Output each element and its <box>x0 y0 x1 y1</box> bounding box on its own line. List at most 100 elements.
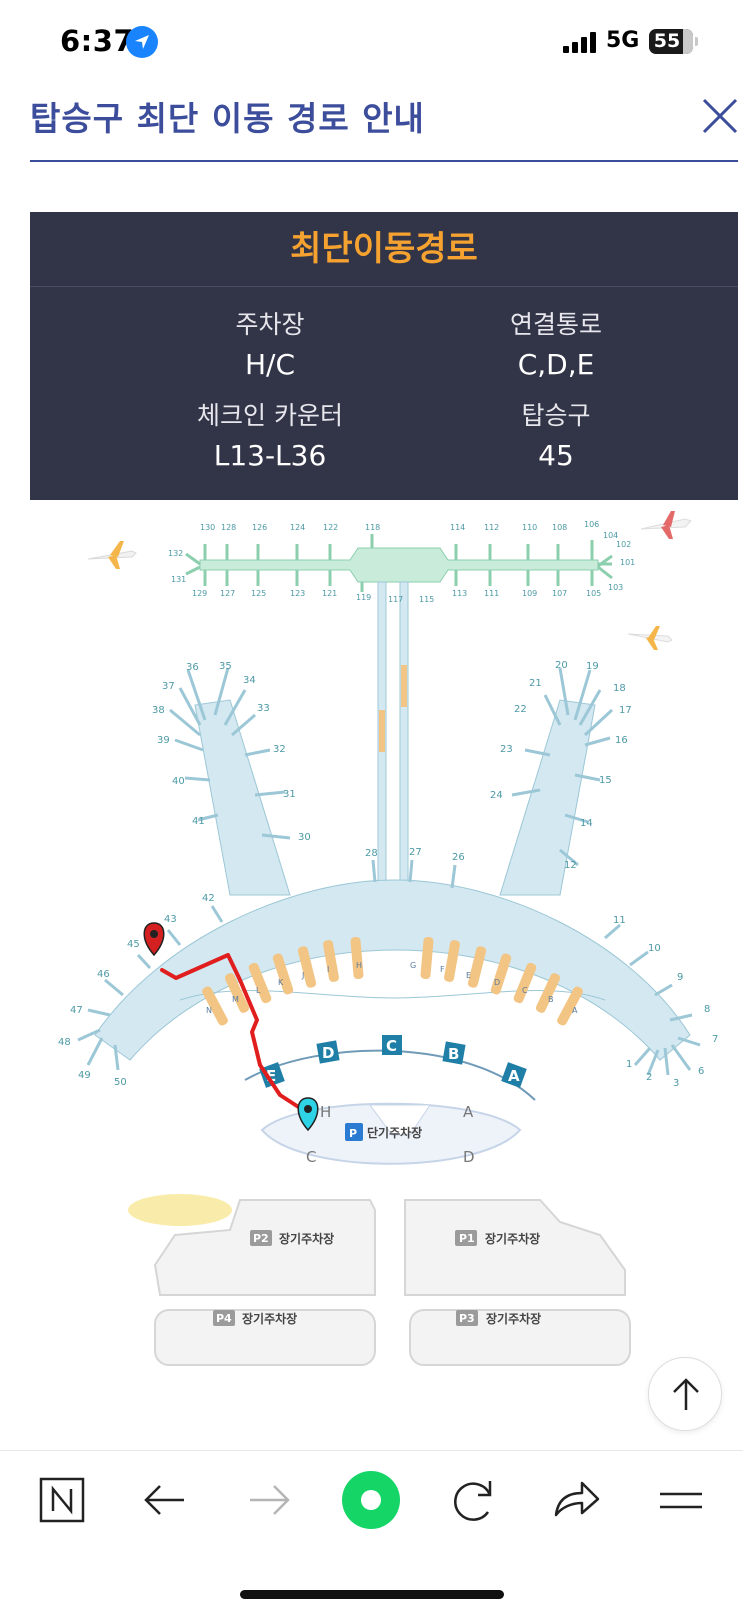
svg-text:125: 125 <box>251 589 266 598</box>
svg-text:107: 107 <box>552 589 567 598</box>
forward-button[interactable] <box>230 1451 310 1551</box>
status-time: 6:37 <box>60 24 135 58</box>
long-term-parking[interactable]: P2 장기주차장 P1 장기주차장 P4 장기주차장 P3 장기주차장 <box>153 1199 631 1366</box>
svg-text:34: 34 <box>243 675 256 686</box>
battery-icon: 55 <box>649 29 698 54</box>
p4-label: 장기주차장 <box>242 1311 297 1326</box>
connector-d: D <box>322 1044 334 1062</box>
svg-text:M: M <box>232 995 239 1004</box>
naver-home-button[interactable] <box>22 1451 102 1551</box>
highlight-mark <box>128 1194 232 1226</box>
svg-text:132: 132 <box>168 549 183 558</box>
svg-text:C: C <box>522 986 528 995</box>
connector-label: 연결통로 <box>509 310 602 339</box>
route-info-panel: 최단이동경로 주차장 연결통로 H/C C,D,E 체크인 카운터 탑승구 L1… <box>30 212 738 500</box>
svg-text:K: K <box>278 978 284 987</box>
close-button[interactable] <box>700 96 740 136</box>
checkin-value: L13-L36 <box>213 439 327 472</box>
svg-text:31: 31 <box>283 789 296 800</box>
svg-text:124: 124 <box>290 523 305 532</box>
svg-text:111: 111 <box>484 589 499 598</box>
back-arrow-icon <box>144 1485 184 1515</box>
svg-text:45: 45 <box>127 939 140 950</box>
scroll-top-button[interactable] <box>648 1357 722 1431</box>
green-dot-icon <box>342 1471 400 1529</box>
svg-text:20: 20 <box>555 660 568 671</box>
svg-text:46: 46 <box>97 969 110 980</box>
svg-text:16: 16 <box>615 735 628 746</box>
svg-text:23: 23 <box>500 744 513 755</box>
signal-bars-icon <box>563 31 597 53</box>
area-c: C <box>306 1148 316 1166</box>
home-indicator <box>240 1590 504 1599</box>
page-title: 탑승구 최단 이동 경로 안내 <box>30 99 425 138</box>
svg-text:109: 109 <box>522 589 537 598</box>
svg-text:121: 121 <box>322 589 337 598</box>
header-divider <box>30 160 738 162</box>
svg-text:40: 40 <box>172 776 185 787</box>
svg-text:D: D <box>494 978 500 987</box>
svg-text:8: 8 <box>704 1004 710 1015</box>
route-divider <box>30 286 738 287</box>
naver-home-icon <box>39 1477 85 1523</box>
svg-text:26: 26 <box>452 852 465 863</box>
svg-text:129: 129 <box>192 589 207 598</box>
connector-badges: E D C B A <box>259 1035 527 1088</box>
svg-text:21: 21 <box>529 678 542 689</box>
airplane-icon <box>627 626 673 650</box>
gate-value: 45 <box>538 439 574 472</box>
svg-text:41: 41 <box>192 816 205 827</box>
svg-text:115: 115 <box>419 595 434 604</box>
svg-text:12: 12 <box>564 860 577 871</box>
svg-text:22: 22 <box>514 704 527 715</box>
svg-text:37: 37 <box>162 681 175 692</box>
p3-code: P3 <box>459 1312 475 1325</box>
browser-toolbar <box>0 1450 743 1609</box>
svg-text:18: 18 <box>613 683 626 694</box>
svg-text:101: 101 <box>620 558 635 567</box>
back-button[interactable] <box>126 1451 206 1551</box>
svg-text:7: 7 <box>712 1034 718 1045</box>
svg-text:43: 43 <box>164 914 177 925</box>
svg-text:128: 128 <box>221 523 236 532</box>
svg-text:131: 131 <box>171 575 186 584</box>
svg-text:28: 28 <box>365 848 378 859</box>
svg-text:39: 39 <box>157 735 170 746</box>
menu-button[interactable] <box>640 1451 720 1551</box>
svg-text:35: 35 <box>219 661 232 672</box>
svg-text:11: 11 <box>613 915 626 926</box>
svg-text:106: 106 <box>584 520 599 529</box>
p2-code: P2 <box>253 1232 269 1245</box>
p1-code: P1 <box>459 1232 475 1245</box>
svg-text:36: 36 <box>186 662 199 673</box>
svg-text:A: A <box>572 1006 578 1015</box>
connector-a: A <box>508 1067 520 1085</box>
svg-text:10: 10 <box>648 943 661 954</box>
connector-b: B <box>448 1045 459 1063</box>
parking-label: 주차장 <box>235 310 305 339</box>
svg-text:14: 14 <box>580 818 593 829</box>
connector-value: C,D,E <box>517 348 595 381</box>
svg-text:27: 27 <box>409 847 422 858</box>
svg-text:E: E <box>466 971 471 980</box>
network-label: 5G <box>606 28 640 53</box>
parking-value: H/C <box>244 348 296 381</box>
svg-text:122: 122 <box>323 523 338 532</box>
svg-text:H: H <box>356 961 362 970</box>
status-bar: 6:37 5G 55 <box>0 0 743 84</box>
menu-icon <box>660 1492 702 1509</box>
svg-text:126: 126 <box>252 523 267 532</box>
svg-text:105: 105 <box>586 589 601 598</box>
connector-c: C <box>386 1037 397 1055</box>
svg-text:P: P <box>349 1127 357 1140</box>
green-dot-button[interactable] <box>331 1451 411 1551</box>
svg-text:24: 24 <box>490 790 503 801</box>
svg-text:G: G <box>410 961 416 970</box>
p4-code: P4 <box>216 1312 232 1325</box>
reload-button[interactable] <box>434 1451 514 1551</box>
share-button[interactable] <box>536 1451 616 1551</box>
svg-text:1: 1 <box>626 1059 632 1070</box>
terminal-map[interactable]: 130 128 126 124 122 118 114 112 110 108 106 104 … <box>0 510 743 1410</box>
svg-text:9: 9 <box>677 972 683 983</box>
route-title: 최단이동경로 <box>290 229 478 269</box>
